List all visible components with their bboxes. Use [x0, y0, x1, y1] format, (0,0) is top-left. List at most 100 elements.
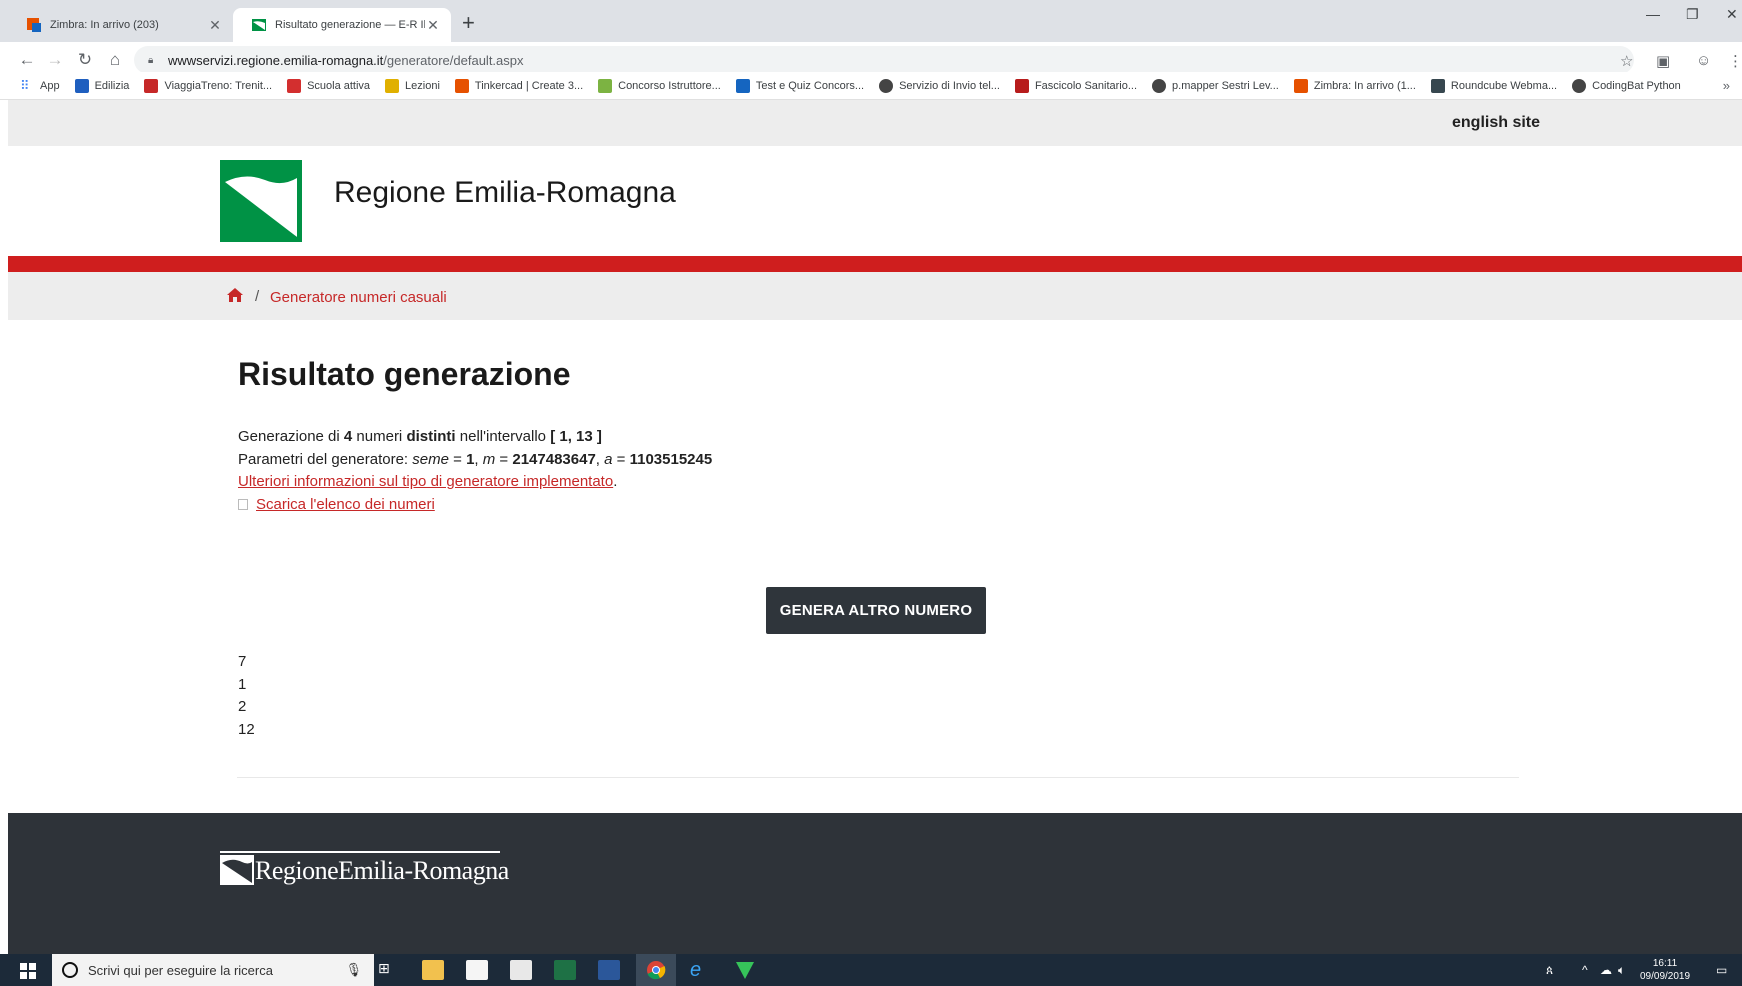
lock-icon: 🔒︎: [148, 54, 154, 66]
breadcrumb-generatore-link[interactable]: Generatore numeri casuali: [270, 289, 447, 306]
windows-start-icon[interactable]: [20, 963, 36, 979]
taskbar-search-input[interactable]: Scrivi qui per eseguire la ricerca 🎙︎: [52, 954, 374, 986]
bookmark-item[interactable]: Roundcube Webma...: [1430, 78, 1557, 93]
chrome-icon[interactable]: [645, 960, 667, 980]
bookmark-item[interactable]: Lezioni: [385, 78, 440, 93]
bookmark-favicon-icon: [1572, 78, 1587, 93]
generate-another-button[interactable]: GENERA ALTRO NUMERO: [766, 587, 986, 634]
bookmark-item[interactable]: Tinkercad | Create 3...: [454, 78, 583, 93]
menu-icon[interactable]: ⋮: [1728, 52, 1742, 70]
new-tab-icon[interactable]: +: [462, 10, 475, 36]
store-icon[interactable]: [466, 960, 488, 980]
bookmark-favicon-icon: [879, 78, 894, 93]
bookmark-favicon-icon: [735, 78, 750, 93]
clock-time: 16:11: [1652, 958, 1678, 969]
word-icon[interactable]: [598, 960, 620, 980]
tab-title: Zimbra: In arrivo (203): [50, 19, 159, 31]
bookmark-favicon-icon: [385, 78, 400, 93]
page-footer: RegioneEmilia-Romagna: [8, 813, 1742, 954]
bookmark-item[interactable]: Zimbra: In arrivo (1...: [1293, 78, 1416, 93]
red-accent-bar: [8, 256, 1742, 272]
english-site-link[interactable]: english site: [1452, 114, 1540, 132]
download-line: Scarica l'elenco dei numeri: [238, 494, 712, 517]
close-window-icon[interactable]: ✕: [1726, 6, 1738, 23]
regione-logo[interactable]: [218, 158, 304, 244]
generation-summary: Generazione di 4 numeri distinti nell'in…: [238, 428, 602, 445]
mail-icon[interactable]: [510, 960, 532, 980]
download-list-link[interactable]: Scarica l'elenco dei numeri: [256, 496, 435, 513]
bookmark-star-icon[interactable]: ☆: [1620, 52, 1633, 70]
zimbra-favicon-icon: [26, 17, 42, 33]
notifications-icon[interactable]: ▭: [1716, 963, 1727, 977]
url-path: /generatore/default.aspx: [383, 52, 524, 68]
bookmark-favicon-icon: [1152, 78, 1167, 93]
web-page: english site Regione Emilia-Romagna / Ge…: [8, 100, 1742, 954]
generation-info: Generazione di 4 numeri distinti nell'in…: [238, 426, 712, 516]
profile-avatar-icon[interactable]: ☺: [1696, 52, 1711, 69]
file-icon: [238, 498, 248, 510]
regione-flag-icon: [220, 851, 254, 885]
onedrive-icon[interactable]: ☁: [1600, 963, 1612, 977]
footer-logo[interactable]: RegioneEmilia-Romagna: [220, 851, 509, 885]
restore-icon[interactable]: ❐: [1686, 6, 1699, 23]
tab-risultato[interactable]: Risultato generazione — E-R Il pe ✕: [233, 8, 451, 42]
list-item: 7: [238, 653, 247, 670]
tray-chevron-icon[interactable]: ^: [1582, 963, 1588, 977]
minimize-icon[interactable]: —: [1646, 6, 1660, 22]
bookmark-item[interactable]: p.mapper Sestri Lev...: [1152, 78, 1279, 93]
bookmark-item[interactable]: Test e Quiz Concors...: [735, 78, 864, 93]
generator-parameters: Parametri del generatore: seme = 1, m = …: [238, 450, 713, 468]
extension-icon[interactable]: ▣: [1656, 52, 1670, 70]
list-item: 1: [238, 675, 247, 693]
tab-title: Risultato generazione — E-R Il pe: [275, 19, 425, 31]
bookmark-favicon-icon: [598, 78, 613, 93]
bookmark-item[interactable]: Edilizia: [74, 78, 129, 93]
taskbar-clock[interactable]: 16:11 09/09/2019: [1640, 957, 1690, 983]
url-host: wwwservizi.regione.emilia-romagna.it: [168, 52, 384, 68]
task-view-icon[interactable]: ⊞: [378, 960, 400, 980]
bookmark-item[interactable]: ViaggiaTreno: Trenit...: [144, 78, 272, 93]
search-placeholder: Scrivi qui per eseguire la ricerca: [88, 962, 273, 978]
bookmarks-bar: ⠿ App Edilizia ViaggiaTreno: Trenit... Sc…: [0, 72, 1742, 100]
site-title[interactable]: Regione Emilia-Romagna: [334, 176, 676, 210]
bookmark-item[interactable]: CodingBat Python: [1572, 78, 1681, 93]
bookmark-favicon-icon: [1430, 78, 1445, 93]
reload-icon[interactable]: ↻: [74, 50, 96, 70]
excel-icon[interactable]: [554, 960, 576, 980]
breadcrumb: / Generatore numeri casuali: [8, 272, 1742, 320]
cortana-icon: [62, 962, 78, 978]
generated-numbers-list: 7 1 2 12: [238, 651, 255, 742]
more-info-link[interactable]: Ulteriori informazioni sul tipo di gener…: [238, 473, 613, 490]
forward-icon[interactable]: →: [44, 50, 66, 70]
bookmark-favicon-icon: [74, 78, 89, 93]
bookmark-favicon-icon: [1014, 78, 1029, 93]
apps-grid-icon: ⠿: [20, 77, 30, 93]
bookmarks-overflow-icon[interactable]: »: [1723, 78, 1730, 93]
browser-tab-strip: Zimbra: In arrivo (203) ✕ Risultato gene…: [0, 0, 1742, 42]
close-tab-icon[interactable]: ✕: [425, 17, 441, 34]
edge-icon[interactable]: e: [690, 960, 712, 980]
volume-icon[interactable]: 🔈︎: [1618, 963, 1625, 978]
people-icon[interactable]: ጰ: [1546, 963, 1553, 978]
bookmark-favicon-icon: [454, 78, 469, 93]
bookmark-item[interactable]: Fascicolo Sanitario...: [1014, 78, 1137, 93]
bookmark-favicon-icon: [144, 78, 159, 93]
home-icon[interactable]: [226, 287, 244, 303]
list-item: 12: [238, 721, 255, 739]
bookmark-item[interactable]: Scuola attiva: [287, 78, 370, 93]
microphone-icon[interactable]: 🎙︎: [345, 962, 362, 978]
vpn-app-icon[interactable]: [734, 960, 756, 980]
tab-zimbra[interactable]: Zimbra: In arrivo (203) ✕: [8, 8, 233, 42]
file-explorer-icon[interactable]: [422, 960, 444, 980]
clock-date: 09/09/2019: [1640, 971, 1691, 982]
close-tab-icon[interactable]: ✕: [207, 17, 223, 34]
windows-taskbar: Scrivi qui per eseguire la ricerca 🎙︎ ⊞ …: [0, 954, 1742, 986]
list-item: 2: [238, 698, 247, 716]
address-bar[interactable]: 🔒︎ wwwservizi.regione.emilia-romagna.it /…: [134, 46, 1634, 74]
home-icon[interactable]: ⌂: [104, 50, 126, 70]
back-icon[interactable]: ←: [16, 50, 38, 70]
bookmark-item[interactable]: Servizio di Invio tel...: [879, 78, 1000, 93]
bookmark-item[interactable]: ⠿ App: [20, 77, 60, 93]
page-title: Risultato generazione: [238, 356, 571, 392]
bookmark-item[interactable]: Concorso Istruttore...: [598, 78, 721, 93]
